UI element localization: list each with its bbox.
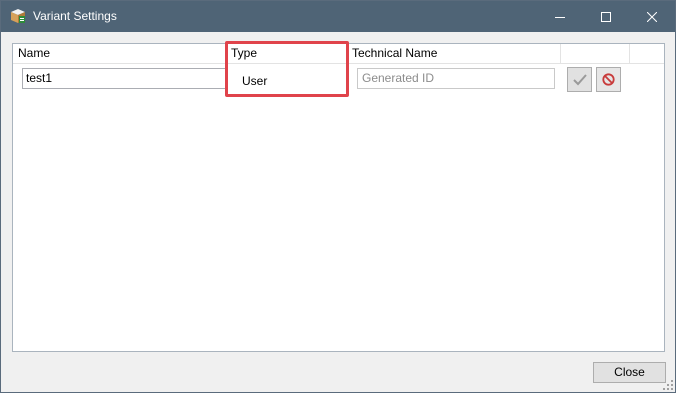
column-header-filler [630, 44, 664, 63]
variant-settings-window: Variant Settings Name Type Technical Nam… [0, 0, 676, 393]
close-window-button[interactable] [629, 1, 675, 32]
column-header-actions [561, 44, 630, 63]
cancel-icon [602, 73, 615, 86]
close-icon [647, 11, 657, 22]
minimize-icon [555, 16, 565, 18]
column-header-technical-name[interactable]: Technical Name [347, 44, 561, 63]
minimize-button[interactable] [537, 1, 583, 32]
checkmark-icon [572, 73, 587, 85]
title-bar[interactable]: Variant Settings [1, 1, 675, 32]
close-button[interactable]: Close [593, 362, 666, 383]
technical-name-input[interactable]: Generated ID [357, 68, 555, 89]
type-column-highlight [225, 41, 349, 97]
confirm-button[interactable] [567, 67, 592, 92]
window-title: Variant Settings [33, 9, 117, 23]
cancel-button[interactable] [596, 67, 621, 92]
maximize-icon [601, 11, 611, 22]
maximize-button[interactable] [583, 1, 629, 32]
variant-settings-app-icon [11, 9, 25, 23]
resize-grip-icon[interactable] [662, 379, 674, 391]
column-header-name[interactable]: Name [13, 44, 226, 63]
variant-name-input[interactable]: test1 [22, 68, 228, 89]
